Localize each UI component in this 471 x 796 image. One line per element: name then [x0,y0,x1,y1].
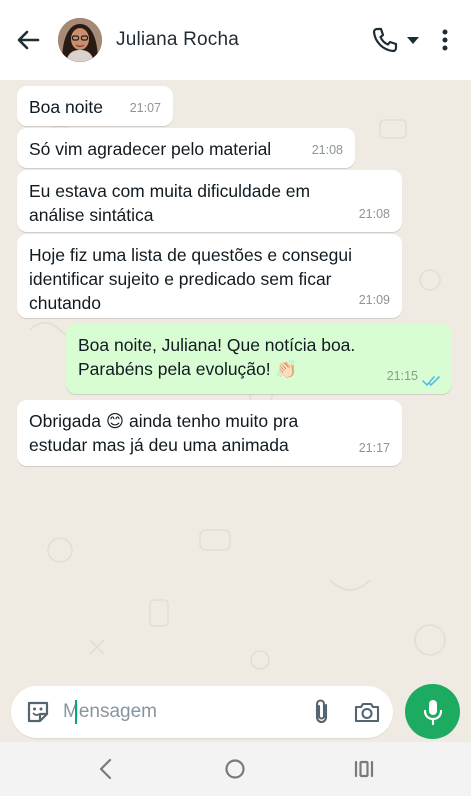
phone-icon[interactable] [370,26,400,54]
arrow-left-icon[interactable] [14,26,42,54]
message-bubble-incoming[interactable]: Hoje fiz uma lista de questões e consegu… [17,234,402,318]
system-navigation-bar [0,742,471,796]
contact-avatar[interactable] [58,18,102,62]
message-bubble-incoming[interactable]: Só vim agradecer pelo material 21:08 [17,128,355,168]
message-input[interactable] [63,695,283,729]
message-time: 21:08 [358,207,390,221]
contact-name[interactable]: Juliana Rocha [116,29,239,51]
double-check-icon [422,376,440,387]
message-time: 21:17 [358,441,390,455]
more-vertical-icon[interactable] [436,26,454,54]
caret-down-icon[interactable] [406,36,420,46]
voice-record-button[interactable] [405,684,460,739]
message-text: Hoje fiz uma lista de questões e consegu… [29,245,352,313]
nav-back-icon[interactable] [94,756,118,782]
nav-recents-icon[interactable] [352,757,376,781]
message-text: Boa noite, Juliana! Que notícia boa. Par… [78,335,356,379]
sticker-icon[interactable] [25,699,51,725]
message-text: Obrigada 😊 ainda tenho muito pra estudar… [29,411,299,455]
camera-icon[interactable] [353,699,381,725]
chat-area[interactable]: Boa noite 21:07 Só vim agradecer pelo ma… [0,80,471,696]
message-text: Só vim agradecer pelo material [29,139,272,159]
nav-home-icon[interactable] [222,756,248,782]
message-time: 21:07 [129,101,161,115]
message-time: 21:09 [358,293,390,307]
text-caret [75,700,77,724]
message-bubble-incoming[interactable]: Eu estava com muita dificuldade em análi… [17,170,402,232]
message-time: 21:08 [311,143,343,157]
message-text: Eu estava com muita dificuldade em análi… [29,181,311,225]
message-time: 21:15 [386,369,418,383]
chat-header: Juliana Rocha [0,0,471,80]
message-bubble-incoming[interactable]: Obrigada 😊 ainda tenho muito pra estudar… [17,400,402,466]
message-bubble-outgoing[interactable]: Boa noite, Juliana! Que notícia boa. Par… [66,324,452,394]
microphone-icon [423,699,442,725]
paperclip-icon[interactable] [309,698,335,726]
message-bubble-incoming[interactable]: Boa noite 21:07 [17,86,173,126]
message-composer [11,686,393,738]
